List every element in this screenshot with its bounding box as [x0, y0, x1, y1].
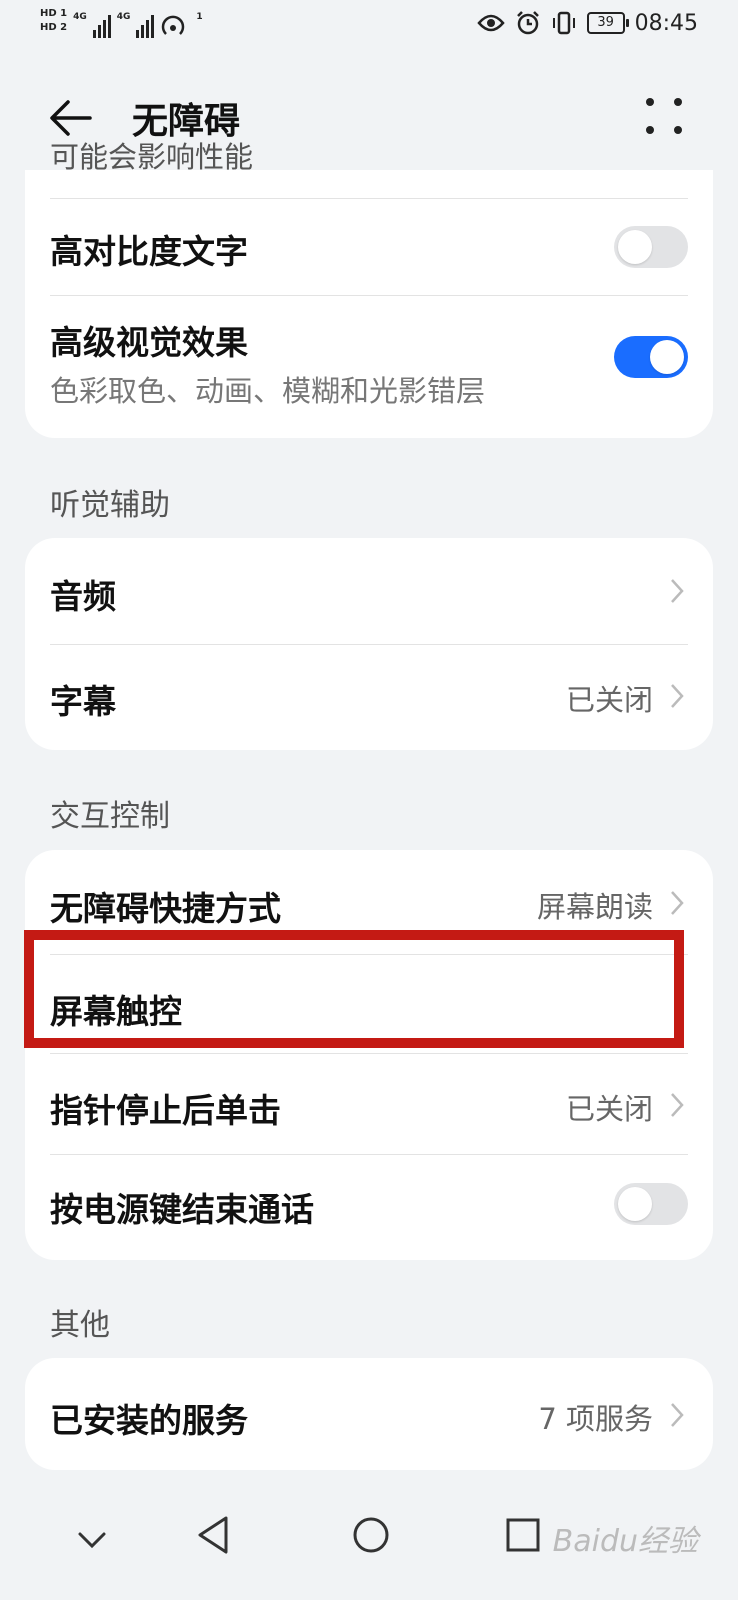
- row-value: 屏幕朗读: [536, 890, 653, 924]
- eye-icon: [476, 14, 505, 32]
- section-header-other: 其他: [50, 1308, 110, 1343]
- sim2-label: HD 2: [40, 22, 68, 33]
- section-header-interaction: 交互控制: [50, 799, 170, 834]
- row-label: 无障碍快捷方式: [50, 889, 281, 928]
- sim-indicators: HD 1 HD 2: [40, 8, 67, 33]
- cut-off-text: 可能会影响性能: [50, 142, 254, 172]
- row-audio[interactable]: 音频: [50, 538, 688, 644]
- row-dwell-click[interactable]: 指针停止后单击 已关闭: [50, 1054, 688, 1154]
- more-dots-icon[interactable]: [640, 92, 690, 142]
- page-title: 无障碍: [132, 101, 241, 142]
- power-key-end-call-toggle[interactable]: [614, 1183, 688, 1225]
- hotspot-count: 1: [196, 12, 203, 22]
- alarm-icon: [516, 11, 539, 35]
- interaction-card: 无障碍快捷方式 屏幕朗读 屏幕触控 指针停止后单击 已关闭 按电源键结束通话: [25, 850, 713, 1260]
- row-value: 已关闭: [565, 1092, 653, 1126]
- display-card: 可能会影响性能 高对比度文字 高级视觉效果 色彩取色、动画、模糊和光影错层: [25, 142, 713, 438]
- row-label: 音频: [50, 577, 116, 616]
- row-label: 高对比度文字: [50, 232, 248, 271]
- row-high-contrast-text[interactable]: 高对比度文字: [50, 199, 688, 295]
- recents-square-icon[interactable]: [500, 1512, 546, 1558]
- hearing-card: 音频 字幕 已关闭: [25, 538, 713, 750]
- row-captions[interactable]: 字幕 已关闭: [50, 645, 688, 750]
- row-power-key-end-call[interactable]: 按电源键结束通话: [50, 1155, 688, 1260]
- other-card: 已安装的服务 7 项服务: [25, 1358, 713, 1470]
- chevron-right-icon: [671, 684, 684, 708]
- row-label: 指针停止后单击: [50, 1091, 281, 1130]
- network2-label: 4G: [116, 12, 131, 22]
- row-installed-services[interactable]: 已安装的服务 7 项服务: [50, 1358, 688, 1470]
- row-value: 已关闭: [565, 683, 653, 717]
- back-triangle-icon[interactable]: [190, 1510, 240, 1560]
- watermark: Baidu经验: [552, 1524, 698, 1559]
- highlight-box: [24, 930, 684, 1048]
- row-value: 7 项服务: [538, 1402, 653, 1436]
- signal2-icon: [136, 12, 155, 38]
- hotspot-icon: [162, 15, 185, 35]
- home-circle-icon[interactable]: [346, 1510, 396, 1560]
- section-header-hearing: 听觉辅助: [50, 488, 170, 523]
- battery-icon: 39: [586, 12, 629, 34]
- chevron-right-icon: [671, 891, 684, 915]
- arrow-left-icon[interactable]: [44, 90, 100, 146]
- chevron-down-icon[interactable]: [72, 1520, 112, 1560]
- row-advanced-visual-effects[interactable]: 高级视觉效果 色彩取色、动画、模糊和光影错层: [50, 296, 688, 438]
- high-contrast-toggle[interactable]: [614, 226, 688, 268]
- chevron-right-icon: [671, 1093, 684, 1117]
- chevron-right-icon: [671, 1403, 684, 1427]
- sim1-label: HD 1: [40, 8, 68, 19]
- clock: 08:45: [634, 10, 698, 36]
- row-label: 按电源键结束通话: [50, 1190, 314, 1229]
- row-subtitle: 色彩取色、动画、模糊和光影错层: [50, 374, 486, 408]
- advanced-visual-toggle[interactable]: [614, 336, 688, 378]
- network1-label: 4G: [73, 12, 87, 22]
- row-label: 字幕: [50, 682, 116, 721]
- row-label: 高级视觉效果: [50, 323, 248, 362]
- cut-off-row: 可能会影响性能: [50, 142, 688, 172]
- battery-level: 39: [597, 15, 614, 30]
- signal1-icon: [92, 12, 111, 38]
- chevron-right-icon: [671, 579, 684, 603]
- vibrate-icon: [552, 11, 575, 35]
- status-bar: HD 1 HD 2 4G 4G 1 39 08:45: [0, 0, 738, 56]
- row-label: 已安装的服务: [50, 1401, 248, 1440]
